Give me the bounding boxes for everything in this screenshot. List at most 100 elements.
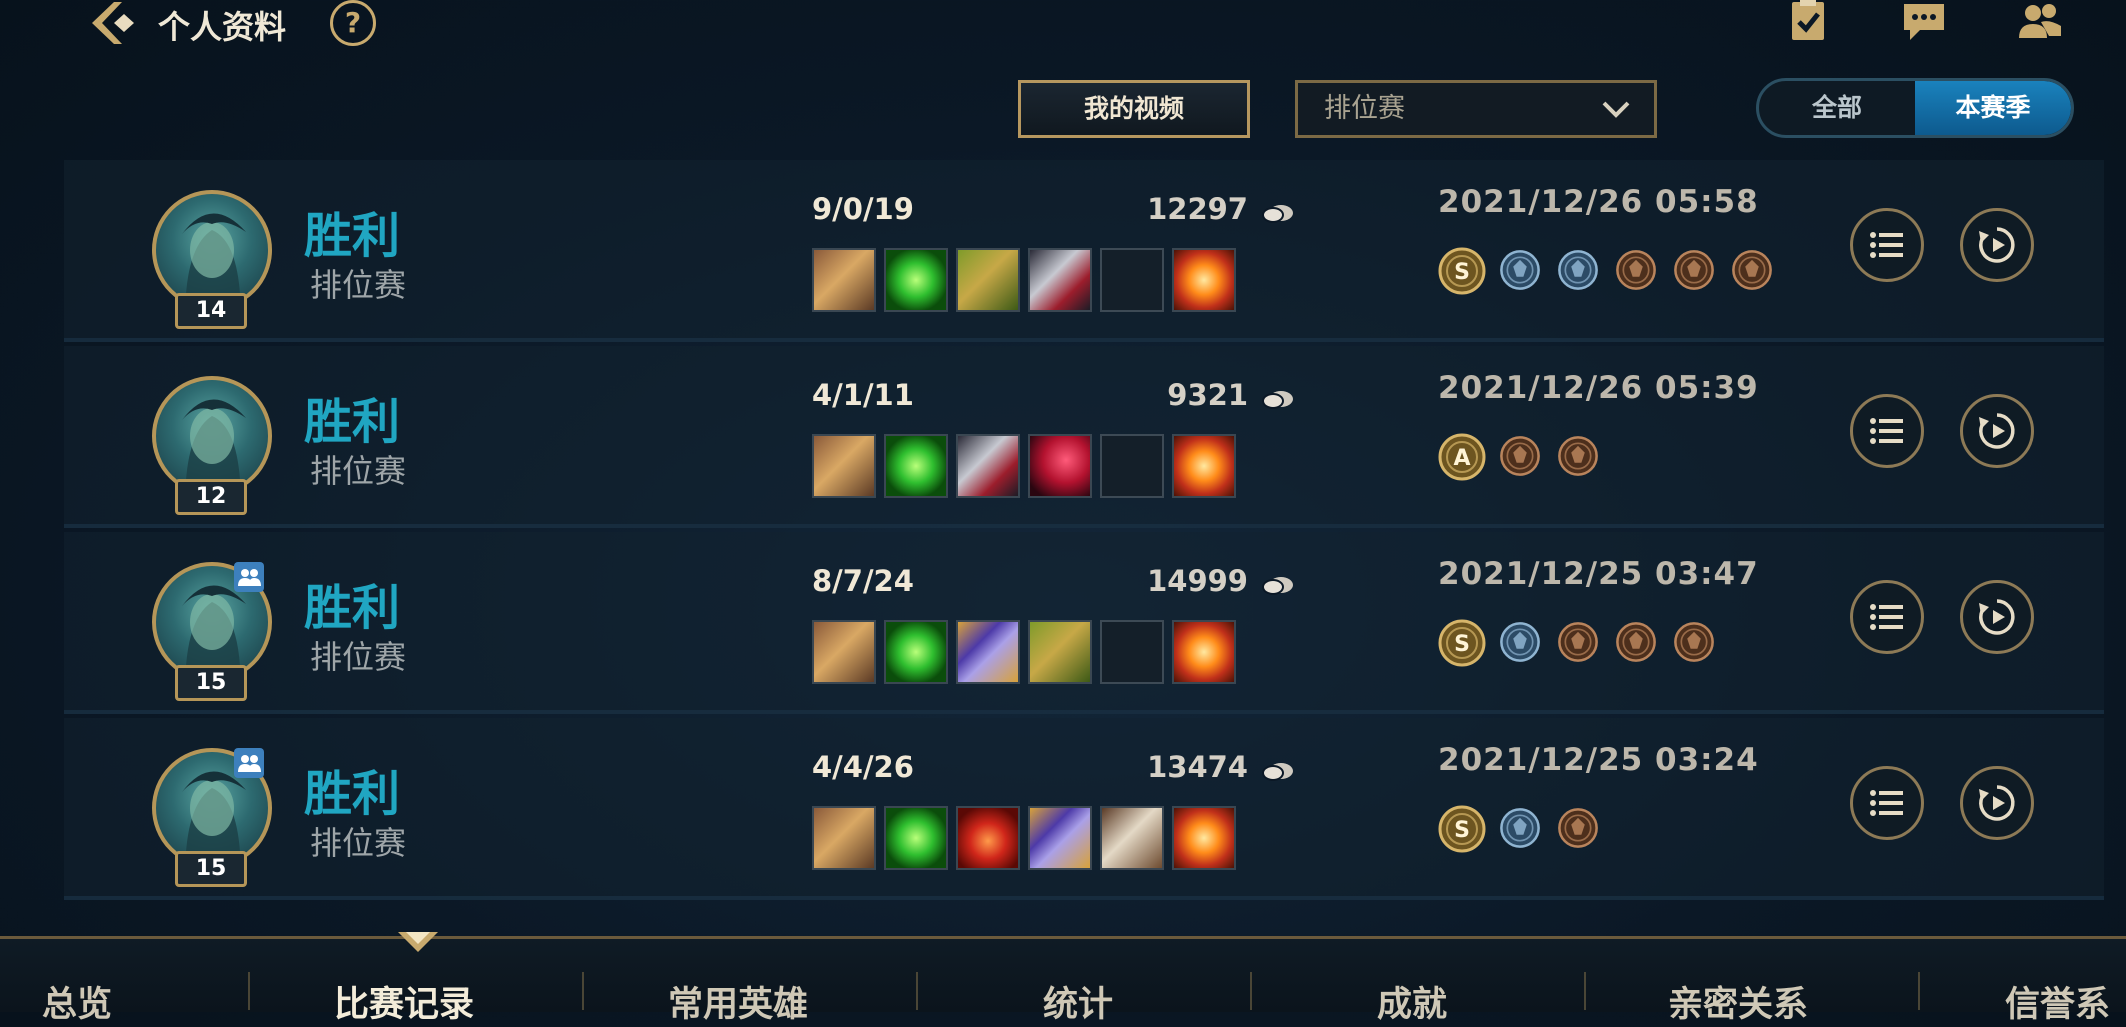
match-details-button[interactable]: [1850, 208, 1924, 282]
match-date: 2021/12/26 05:58: [1438, 184, 1759, 220]
gold-coins-icon: [1262, 205, 1293, 223]
queue-mode-select[interactable]: 排位赛: [1295, 80, 1657, 138]
item-trinket-fire-icon[interactable]: [1172, 620, 1236, 684]
page-title: 个人资料: [158, 8, 287, 46]
list-icon: [1870, 418, 1903, 444]
active-tab-indicator: [398, 932, 438, 952]
match-result: 胜利: [304, 394, 401, 450]
svg-text:S: S: [1454, 260, 1470, 285]
drop-bronze-icon[interactable]: [1672, 620, 1716, 664]
item-gloves-icon[interactable]: [812, 620, 876, 684]
champion-level: 15: [175, 851, 247, 887]
replay-icon: [1979, 785, 2015, 821]
mvp-s-gold-icon[interactable]: S: [1436, 617, 1488, 669]
skull-bronze-icon[interactable]: [1498, 434, 1542, 478]
tab-divider: [248, 972, 250, 1010]
gold-earned: 9321: [1167, 378, 1248, 412]
item-trinket-fire-icon[interactable]: [1172, 806, 1236, 870]
empty-item-slot: [1100, 620, 1164, 684]
svg-text:S: S: [1454, 818, 1470, 843]
tab-0[interactable]: 总览: [42, 976, 112, 1027]
item-green-orb-icon[interactable]: [884, 248, 948, 312]
tab-6[interactable]: 信誉系: [2005, 976, 2110, 1027]
shield-bronze-icon[interactable]: [1730, 248, 1774, 292]
match-row[interactable]: 15 胜利 排位赛 4/4/26 13474 2021/12/25 03:24 S: [64, 718, 2104, 900]
item-trinket-fire-icon[interactable]: [1172, 248, 1236, 312]
empty-item-slot: [1100, 248, 1164, 312]
my-video-button[interactable]: 我的视频: [1018, 80, 1250, 138]
mission-clipboard-icon[interactable]: [1784, 0, 1832, 44]
empty-item-slot: [1100, 434, 1164, 498]
premade-group-icon: [234, 748, 264, 778]
shield-bronze-icon[interactable]: [1556, 620, 1600, 664]
shield-bronze-icon[interactable]: [1556, 434, 1600, 478]
item-green-orb-icon[interactable]: [884, 620, 948, 684]
wings-bronze-icon[interactable]: [1672, 248, 1716, 292]
replay-button[interactable]: [1960, 580, 2034, 654]
tab-3[interactable]: 统计: [1043, 976, 1113, 1027]
tab-5[interactable]: 亲密关系: [1668, 976, 1808, 1027]
item-gloves-icon[interactable]: [812, 434, 876, 498]
match-row[interactable]: 14 胜利 排位赛 9/0/19 12297 2021/12/26 05:58 S: [64, 160, 2104, 342]
item-purple-rune-icon[interactable]: [1028, 806, 1092, 870]
match-details-button[interactable]: [1850, 580, 1924, 654]
tab-1[interactable]: 比赛记录: [334, 976, 474, 1027]
crown-blue-icon[interactable]: [1556, 248, 1600, 292]
shield-bronze-icon[interactable]: [1556, 806, 1600, 850]
replay-button[interactable]: [1960, 394, 2034, 468]
tab-divider: [1250, 972, 1252, 1010]
item-green-orb-icon[interactable]: [884, 434, 948, 498]
match-result: 胜利: [304, 580, 401, 636]
item-green-armor-icon[interactable]: [956, 248, 1020, 312]
item-purple-rune-icon[interactable]: [956, 620, 1020, 684]
match-result: 胜利: [304, 766, 401, 822]
item-gloves-icon[interactable]: [812, 248, 876, 312]
mvp-a-gold-icon[interactable]: A: [1436, 431, 1488, 483]
back-icon[interactable]: [88, 0, 142, 46]
mvp-s-gold-icon[interactable]: S: [1436, 803, 1488, 855]
svg-text:S: S: [1454, 632, 1470, 657]
item-red-potion-icon[interactable]: [956, 806, 1020, 870]
item-boots-icon[interactable]: [1100, 806, 1164, 870]
item-red-crystal-icon[interactable]: [1028, 434, 1092, 498]
kda: 8/7/24: [812, 564, 914, 598]
flag-blue-icon[interactable]: [1498, 806, 1542, 850]
chat-icon[interactable]: [1900, 0, 1948, 44]
toggle-all[interactable]: 全部: [1759, 81, 1915, 135]
friends-icon[interactable]: [2016, 0, 2064, 44]
leaf-bronze-icon[interactable]: [1614, 620, 1658, 664]
match-details-button[interactable]: [1850, 394, 1924, 468]
champion-avatar: [152, 376, 272, 496]
gold-earned: 13474: [1147, 750, 1248, 784]
list-icon: [1870, 604, 1903, 630]
item-trinket-fire-icon[interactable]: [1172, 434, 1236, 498]
match-details-button[interactable]: [1850, 766, 1924, 840]
replay-button[interactable]: [1960, 208, 2034, 282]
tab-4[interactable]: 成就: [1377, 976, 1447, 1027]
item-silver-blade-icon[interactable]: [1028, 248, 1092, 312]
item-green-orb-icon[interactable]: [884, 806, 948, 870]
chevron-down-icon: [1602, 101, 1630, 118]
replay-button[interactable]: [1960, 766, 2034, 840]
help-icon[interactable]: ?: [330, 0, 376, 46]
champion-level: 14: [175, 293, 247, 329]
gold-coins-icon: [1262, 763, 1293, 781]
item-gloves-icon[interactable]: [812, 806, 876, 870]
item-green-armor-icon[interactable]: [1028, 620, 1092, 684]
skull-bronze-icon[interactable]: [1614, 248, 1658, 292]
list-icon: [1870, 232, 1903, 258]
gold-earned: 14999: [1147, 564, 1248, 598]
tab-2[interactable]: 常用英雄: [668, 976, 808, 1027]
toggle-current-season[interactable]: 本赛季: [1915, 81, 2071, 135]
flag-blue-icon[interactable]: [1498, 620, 1542, 664]
kda: 4/4/26: [812, 750, 914, 784]
champion-level: 15: [175, 665, 247, 701]
tab-divider: [916, 972, 918, 1010]
match-row[interactable]: 15 胜利 排位赛 8/7/24 14999 2021/12/25 03:47 S: [64, 532, 2104, 714]
svg-text:A: A: [1453, 446, 1470, 471]
item-silver-blade-icon[interactable]: [956, 434, 1020, 498]
mvp-s-gold-icon[interactable]: S: [1436, 245, 1488, 297]
flag-blue-icon[interactable]: [1498, 248, 1542, 292]
match-date: 2021/12/26 05:39: [1438, 370, 1759, 406]
match-row[interactable]: 12 胜利 排位赛 4/1/11 9321 2021/12/26 05:39 A: [64, 346, 2104, 528]
